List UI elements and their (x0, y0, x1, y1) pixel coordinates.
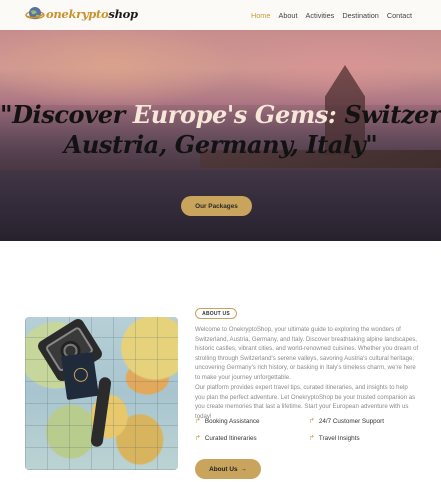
hero-title: "Discover Europe's Gems: Switzerland, Au… (0, 100, 441, 159)
brand-logo[interactable]: onekryptoshop (25, 4, 138, 24)
nav-contact[interactable]: Contact (387, 11, 412, 20)
brand-name: onekryptoshop (46, 7, 138, 21)
arrow-turn-icon: ↱ (195, 435, 201, 442)
feature-item: ↱ Booking Assistance (195, 417, 260, 426)
nav-destination[interactable]: Destination (342, 11, 379, 20)
nav-activities[interactable]: Activities (306, 11, 335, 20)
about-image-map-camera (25, 317, 178, 470)
about-us-badge: ABOUT US (195, 308, 237, 319)
feature-item: ↱ Travel Insights (309, 434, 360, 443)
about-us-button[interactable]: About Us → (195, 459, 261, 479)
feature-item: ↱ Curated Itineraries (195, 434, 257, 443)
arrow-turn-icon: ↱ (195, 418, 201, 425)
top-navbar: onekryptoshop Home About Activities Dest… (0, 0, 441, 30)
hero-banner: "Discover Europe's Gems: Switzerland, Au… (0, 30, 441, 241)
arrow-turn-icon: ↱ (309, 418, 315, 425)
about-paragraph-1: Welcome to OnekryptoShop, your ultimate … (195, 326, 419, 381)
arrow-right-icon: → (240, 465, 247, 473)
about-paragraph-2: Our platform provides expert travel tips… (195, 384, 416, 420)
passport-icon (61, 351, 99, 401)
nav-home[interactable]: Home (251, 11, 270, 20)
nav-about[interactable]: About (278, 11, 297, 20)
globe-icon (25, 4, 45, 24)
feature-item: ↱ 24/7 Customer Support (309, 417, 384, 426)
arrow-turn-icon: ↱ (309, 435, 315, 442)
main-menu: Home About Activities Destination Contac… (251, 11, 412, 20)
our-packages-button[interactable]: Our Packages (181, 196, 252, 216)
